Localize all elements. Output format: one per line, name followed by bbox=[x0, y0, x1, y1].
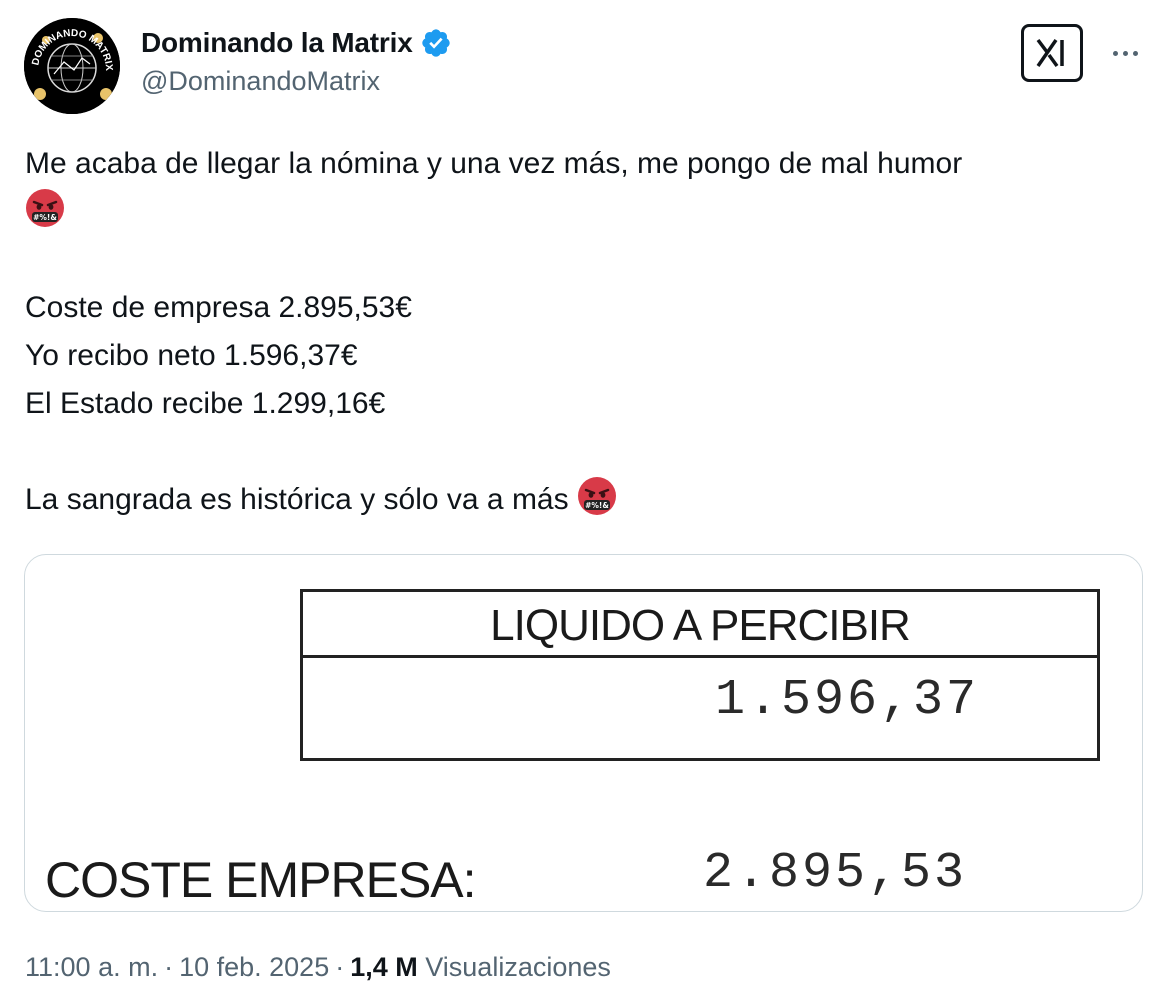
tweet-line: La sangrada es histórica y sólo va a más… bbox=[25, 476, 1135, 524]
liquid-box: LIQUIDO A PERCIBIR 1.596,37 bbox=[300, 589, 1100, 761]
liquid-value: 1.596,37 bbox=[714, 672, 979, 729]
more-icon-dot bbox=[1132, 50, 1138, 56]
tweet-time[interactable]: 11:00 a. m. bbox=[25, 952, 158, 982]
tweet-author: Dominando la Matrix @DominandoMatrix bbox=[141, 24, 452, 97]
tweet-text: Me acaba de llegar la nómina y una vez m… bbox=[25, 140, 1135, 524]
face-with-symbols-on-mouth-icon: #%!& bbox=[577, 477, 616, 515]
face-with-symbols-on-mouth-icon: #%!& bbox=[26, 189, 64, 227]
avatar[interactable]: DOMINANDO MATRIX bbox=[24, 18, 120, 114]
coste-value: 2.895,53 bbox=[703, 845, 968, 902]
tweet-line: #%!& bbox=[25, 188, 1135, 236]
tweet-media-image[interactable]: LIQUIDO A PERCIBIR 1.596,37 COSTE EMPRES… bbox=[24, 554, 1143, 912]
tweet-date[interactable]: 10 feb. 2025 bbox=[179, 952, 329, 982]
more-options-button[interactable] bbox=[1108, 36, 1142, 70]
svg-text:#%!&: #%!& bbox=[33, 213, 57, 222]
meta-separator: · bbox=[335, 952, 345, 982]
tweet-meta: 11:00 a. m. · 10 feb. 2025 · 1,4 M Visualiza… bbox=[25, 952, 611, 983]
display-name[interactable]: Dominando la Matrix bbox=[141, 27, 413, 59]
tweet-line: Yo recibo neto 1.596,37€ bbox=[25, 339, 358, 372]
liquid-header: LIQUIDO A PERCIBIR bbox=[303, 592, 1097, 658]
more-icon-dot bbox=[1112, 50, 1118, 56]
tweet-line: Me acaba de llegar la nómina y una vez m… bbox=[25, 147, 963, 180]
tweet-line-text: La sangrada es histórica y sólo va a más bbox=[25, 483, 569, 516]
user-handle[interactable]: @DominandoMatrix bbox=[141, 66, 452, 97]
meta-separator: · bbox=[164, 952, 174, 982]
views-count: 1,4 M bbox=[350, 952, 418, 982]
coste-label: COSTE EMPRESA: bbox=[45, 852, 477, 908]
grok-icon bbox=[1036, 38, 1064, 68]
svg-text:#%!&: #%!& bbox=[585, 501, 609, 510]
verified-badge-icon[interactable] bbox=[420, 27, 452, 59]
tweet-line: Coste de empresa 2.895,53€ bbox=[25, 291, 412, 324]
views-label: Visualizaciones bbox=[425, 952, 611, 982]
more-icon-dot bbox=[1122, 50, 1128, 56]
avatar-logo: DOMINANDO MATRIX bbox=[24, 18, 120, 114]
tweet-line: El Estado recibe 1.299,16€ bbox=[25, 387, 386, 420]
grok-button[interactable] bbox=[1021, 24, 1083, 82]
